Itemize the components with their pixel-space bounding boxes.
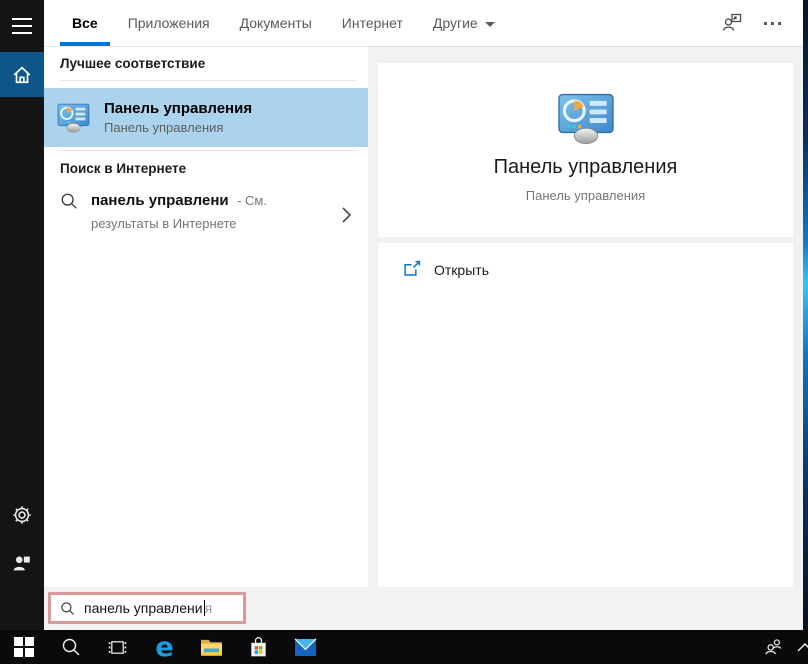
- search-icon: [62, 638, 79, 656]
- chevron-down-icon: [484, 21, 495, 27]
- feedback-button[interactable]: [720, 11, 744, 35]
- best-match-header: Лучшее соответствие: [60, 56, 356, 81]
- inline-suggestion: я: [204, 600, 213, 616]
- task-view-icon: [108, 640, 127, 654]
- tab-more-label: Другие: [432, 15, 478, 31]
- tab-all-label: Все: [72, 15, 98, 31]
- preview-title: Панель управления: [493, 156, 678, 178]
- taskbar: [0, 630, 808, 664]
- web-suggestion-item[interactable]: панель управлени - См. результаты в Инте…: [44, 176, 368, 248]
- tab-documents[interactable]: Документы: [240, 0, 312, 46]
- start-rail: [0, 0, 44, 630]
- windows-search-flyout: Все Приложения Документы Интернет Другие: [0, 0, 808, 664]
- rail-feedback-button[interactable]: [0, 541, 44, 585]
- result-control-panel[interactable]: Панель управления Панель управления: [44, 88, 368, 147]
- show-hidden-icons-button[interactable]: [792, 630, 808, 664]
- tab-apps[interactable]: Приложения: [128, 0, 210, 46]
- tab-apps-label: Приложения: [127, 15, 210, 31]
- store-icon: [251, 637, 266, 657]
- search-input[interactable]: панель управлени я: [48, 592, 246, 624]
- web-search-header: Поиск в Интернете: [60, 150, 356, 176]
- file-explorer-button[interactable]: [188, 630, 235, 664]
- preview-pane: Панель управления Панель управления Откр…: [368, 46, 803, 587]
- edge-button[interactable]: [141, 630, 188, 664]
- search-icon: [61, 193, 77, 209]
- web-suffix: - См.: [237, 193, 267, 208]
- web-query: панель управлени: [91, 192, 229, 209]
- mail-button[interactable]: [282, 630, 329, 664]
- windows-logo-icon: [13, 637, 34, 657]
- tab-documents-label: Документы: [239, 15, 312, 31]
- more-options-button[interactable]: [764, 21, 781, 25]
- search-header: Все Приложения Документы Интернет Другие: [44, 0, 803, 47]
- settings-button[interactable]: [0, 493, 44, 537]
- tab-all[interactable]: Все: [60, 0, 110, 46]
- control-panel-icon: [57, 103, 90, 133]
- person-feedback-icon: [13, 556, 30, 571]
- tab-web-label: Интернет: [341, 15, 403, 31]
- result-title: Панель управления: [104, 100, 253, 117]
- taskbar-tray: [756, 630, 808, 664]
- control-panel-icon-large: [557, 93, 614, 145]
- preview-subtitle: Панель управления: [525, 188, 646, 203]
- open-action[interactable]: Открыть: [378, 243, 793, 279]
- preview-actions-card: Открыть: [378, 243, 793, 587]
- home-icon: [13, 66, 31, 83]
- tab-web[interactable]: Интернет: [342, 0, 403, 46]
- home-button[interactable]: [0, 52, 44, 97]
- search-input-text: панель управлени я: [84, 600, 212, 616]
- task-view-button[interactable]: [94, 630, 141, 664]
- edge-icon: [155, 634, 173, 661]
- gear-icon: [13, 506, 31, 524]
- store-button[interactable]: [235, 630, 282, 664]
- open-external-icon: [404, 260, 421, 276]
- feedback-icon: [722, 13, 742, 31]
- open-action-label: Открыть: [434, 261, 489, 278]
- taskbar-search-button[interactable]: [47, 630, 94, 664]
- search-strip: панель управлени я: [44, 587, 803, 630]
- people-button[interactable]: [756, 630, 792, 664]
- hamburger-icon: [12, 18, 32, 34]
- mail-icon: [294, 638, 317, 656]
- start-button[interactable]: [0, 630, 47, 664]
- result-text: Панель управления Панель управления: [104, 100, 252, 135]
- filter-tabs: Все Приложения Документы Интернет Другие: [60, 0, 495, 46]
- tab-more[interactable]: Другие: [433, 0, 495, 46]
- header-actions: [720, 11, 781, 35]
- search-icon: [61, 601, 74, 615]
- typed-text: панель управлени: [84, 600, 203, 616]
- file-explorer-icon: [201, 639, 222, 656]
- results-panel: Лучшее соответствие Панель управления Па…: [44, 46, 368, 587]
- desktop-wallpaper-strip: [803, 0, 808, 630]
- web-line2: результаты в Интернете: [91, 216, 237, 232]
- web-suggestion-text: панель управлени - См. результаты в Инте…: [91, 189, 267, 234]
- people-icon: [765, 639, 782, 655]
- chevron-up-icon: [797, 643, 808, 652]
- preview-card: Панель управления Панель управления: [378, 63, 793, 237]
- result-subtitle: Панель управления: [104, 120, 224, 135]
- chevron-right-icon: [342, 206, 352, 223]
- hamburger-menu-button[interactable]: [0, 4, 44, 48]
